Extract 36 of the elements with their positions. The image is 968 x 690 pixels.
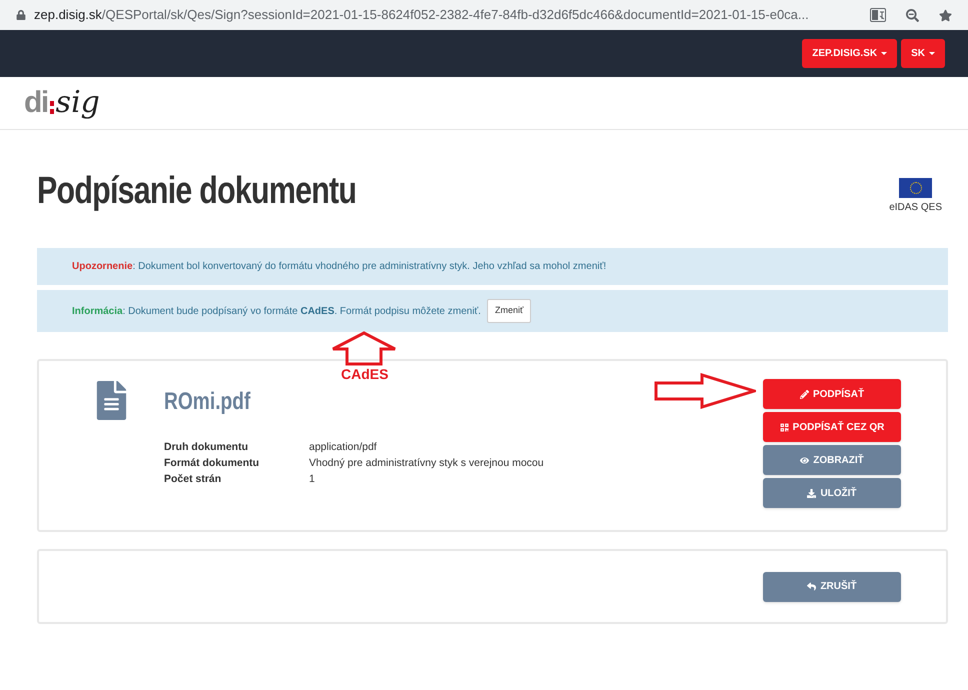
pencil-icon: [800, 390, 809, 398]
change-button[interactable]: Zmeniť: [486, 299, 532, 323]
detail-value: application/pdf: [309, 440, 378, 455]
qr-code-icon: [780, 422, 789, 432]
star-icon[interactable]: [939, 8, 952, 22]
url-text[interactable]: zep.disig.sk/QESPortal/sk/Qes/Sign?sessionId=2021-01-15-8624f052-2382-4fe7-84fb-d32d6f5dc466&documentId=2021-01-15-e0ca...: [34, 5, 850, 25]
detail-label: Počet strán: [164, 472, 222, 487]
action-button[interactable]: ZRUŠIŤ: [763, 572, 901, 602]
dropdown-menu-button[interactable]: ZEP.DISIG.SK: [802, 39, 898, 68]
eidas-label: eIDAS QES: [889, 201, 942, 215]
action-button[interactable]: ULOŽIŤ: [763, 478, 901, 508]
detail-label: Druh dokumentu: [164, 440, 249, 455]
document-name: ROmi.pdf: [164, 387, 252, 417]
eu-flag-icon: [899, 178, 932, 198]
alert-text: Informácia: Dokument bude podpísaný vo formáte CAdES. Formát podpisu môžete zmeniť.: [72, 304, 481, 318]
detail-label: Formát dokumentu: [164, 456, 260, 471]
eye-icon: [800, 456, 810, 464]
detail-value: Vhodný pre administratívny styk s verejnou mocou: [309, 456, 545, 471]
dropdown-menu-button[interactable]: SK: [901, 39, 945, 68]
detail-value: 1: [309, 472, 316, 487]
reply-arrow-icon: [807, 582, 816, 591]
action-button[interactable]: PODPÍSAŤ: [763, 379, 901, 409]
document-icon: [95, 381, 128, 420]
action-button[interactable]: ZOBRAZIŤ: [763, 445, 901, 475]
page-title: Podpísanie dokumentu: [37, 172, 356, 210]
annotation-label: CAdES: [341, 365, 388, 384]
translate-icon[interactable]: [870, 8, 886, 22]
up-arrow-annotation: [331, 331, 397, 366]
download-icon: [807, 488, 816, 498]
caret-icon: [929, 52, 935, 55]
alert-text: Upozornenie: Dokument bol konvertovaný do formátu vhodného pre administratívny styk. Jeho vzhľad sa mohol zmeniť!: [72, 260, 606, 274]
zoom-out-icon[interactable]: [906, 8, 919, 22]
action-button[interactable]: PODPÍSAŤ CEZ QR: [763, 412, 901, 442]
logo[interactable]: di sig: [24, 88, 100, 118]
lock-icon: [16, 10, 26, 20]
caret-icon: [881, 52, 888, 55]
